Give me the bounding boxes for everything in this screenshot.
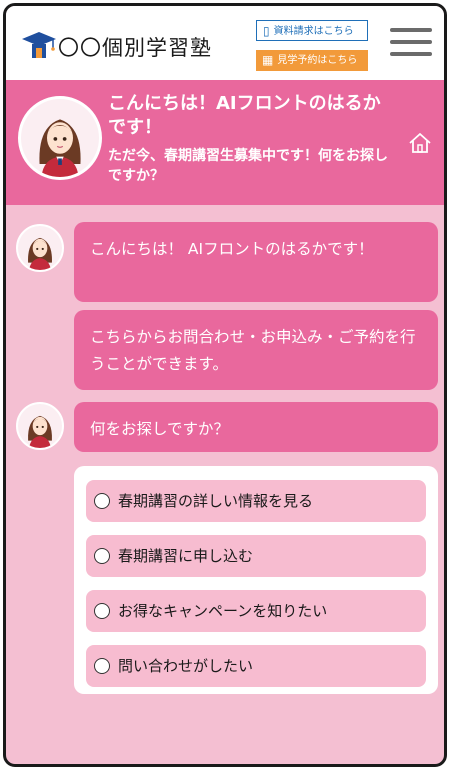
school-building-icon — [22, 32, 56, 58]
choice-label: 春期講習の詳しい情報を見る — [118, 492, 314, 510]
site-logo-text[interactable]: 〇〇個別学習塾 — [58, 36, 212, 60]
hamburger-menu-icon[interactable] — [390, 28, 432, 62]
assistant-avatar-small — [16, 224, 64, 272]
assistant-banner: こんにちは！AIフロントのはるかです！ ただ今、春期講習生募集中です！何をお探し… — [6, 80, 444, 205]
choice-option[interactable]: 春期講習の詳しい情報を見る — [86, 480, 426, 522]
banner-subtext: ただ今、春期講習生募集中です！何をお探しですか？ — [108, 148, 388, 184]
radio-icon — [94, 603, 110, 619]
phone-frame: 〇〇個別学習塾 ▯ 資料請求はこちら ▦ 見学予約はこちら こんにちは！AIフロ… — [3, 3, 447, 767]
banner-greeting: こんにちは！AIフロントのはるかです！ — [108, 93, 381, 138]
building-icon: ▦ — [262, 53, 274, 67]
site-header: 〇〇個別学習塾 ▯ 資料請求はこちら ▦ 見学予約はこちら — [6, 6, 444, 80]
choice-label: 問い合わせがしたい — [118, 657, 254, 675]
choice-option[interactable]: 春期講習に申し込む — [86, 535, 426, 577]
radio-icon — [94, 548, 110, 564]
document-request-button[interactable]: ▯ 資料請求はこちら — [256, 20, 368, 41]
choice-label: お得なキャンペーンを知りたい — [118, 602, 328, 620]
radio-icon — [94, 658, 110, 674]
chat-message: こちらからお問合わせ・お申込み・ご予約を行うことができます。 — [74, 310, 438, 390]
choice-option[interactable]: 問い合わせがしたい — [86, 645, 426, 687]
home-icon[interactable] — [408, 132, 432, 154]
assistant-avatar — [18, 96, 102, 180]
chat-message: こんにちは！ AIフロントのはるかです！ — [74, 222, 438, 302]
choice-label: 春期講習に申し込む — [118, 547, 254, 565]
visit-reservation-label: 見学予約はこちら — [277, 55, 358, 66]
choice-option[interactable]: お得なキャンペーンを知りたい — [86, 590, 426, 632]
assistant-avatar-small — [16, 402, 64, 450]
document-request-label: 資料請求はこちら — [273, 26, 354, 37]
choice-list: 春期講習の詳しい情報を見る 春期講習に申し込む お得なキャンペーンを知りたい 問… — [74, 466, 438, 694]
visit-reservation-button[interactable]: ▦ 見学予約はこちら — [256, 50, 368, 71]
chat-message: 何をお探しですか？ — [74, 402, 438, 452]
document-icon: ▯ — [263, 24, 270, 38]
radio-icon — [94, 493, 110, 509]
